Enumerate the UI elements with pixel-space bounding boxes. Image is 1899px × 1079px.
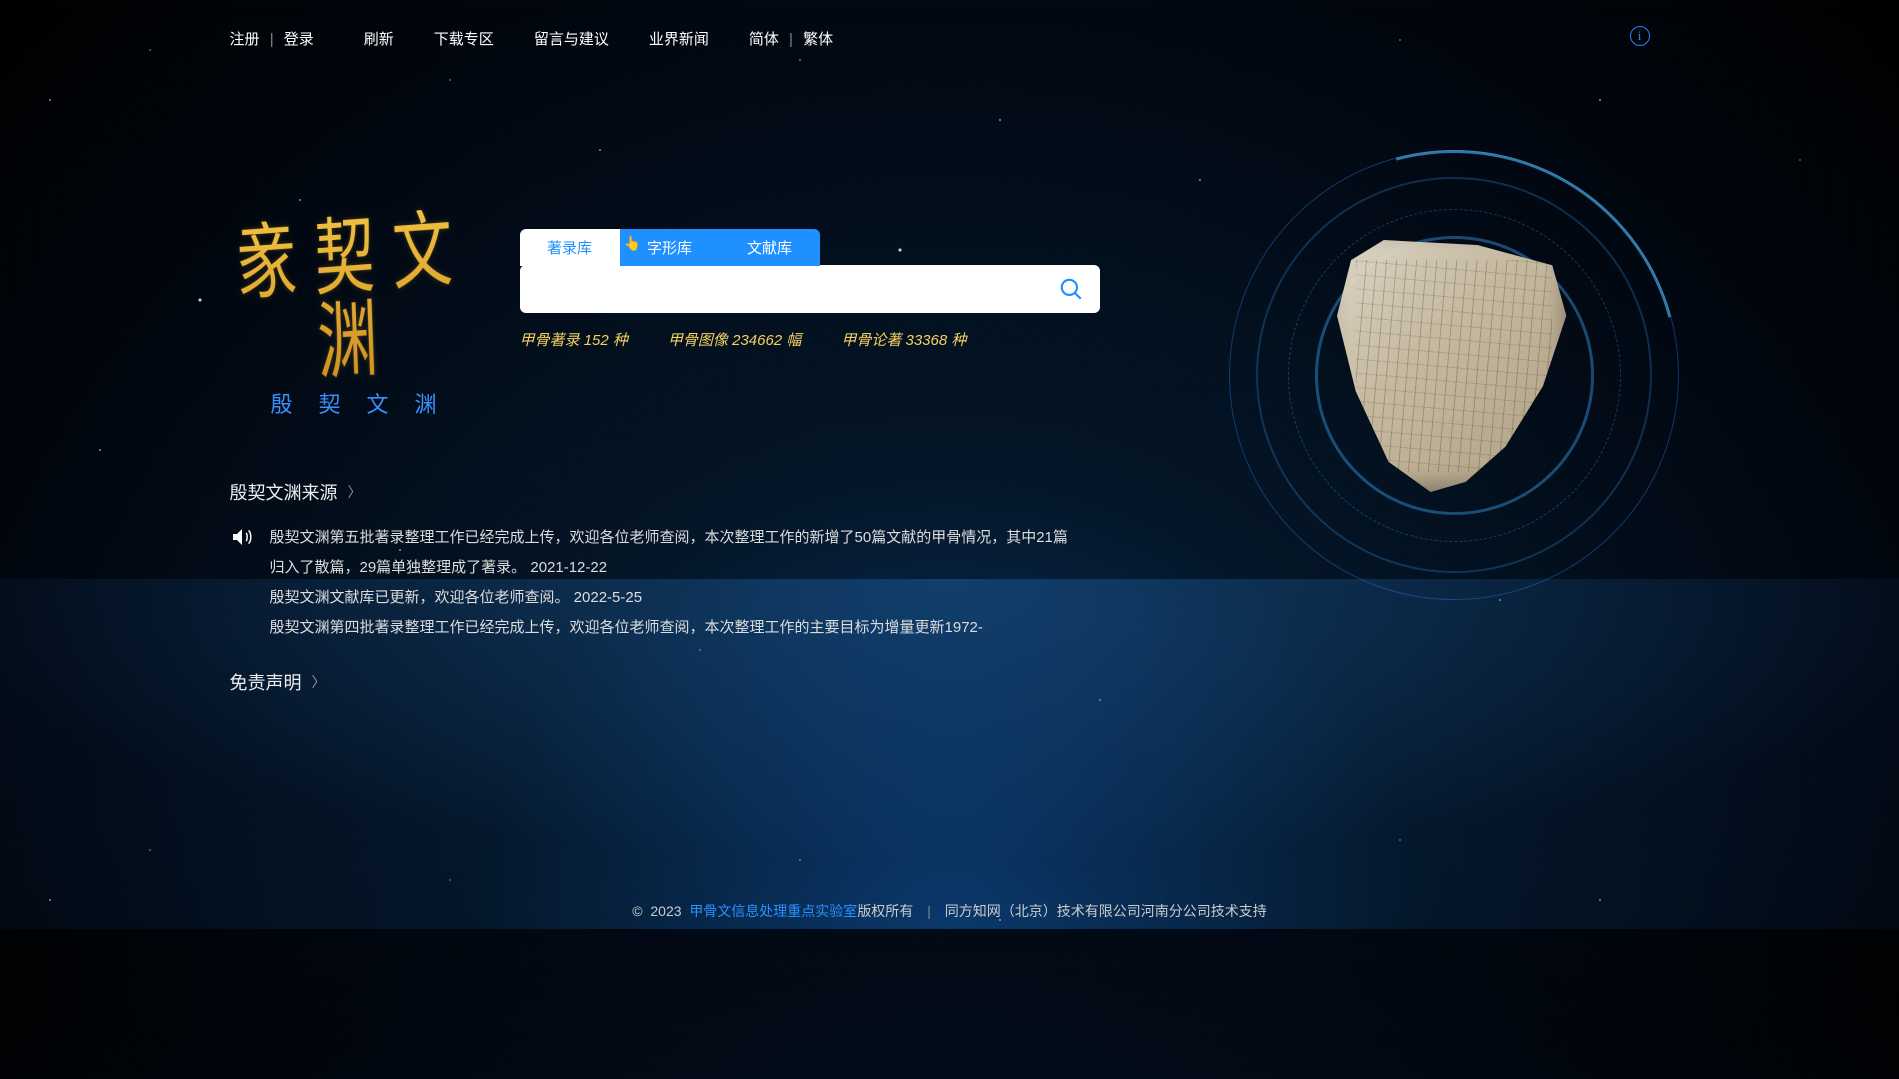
nav-news[interactable]: 业界新闻 xyxy=(649,28,709,49)
login-link[interactable]: 登录 xyxy=(284,31,314,48)
news-line[interactable]: 殷契文渊文献库已更新，欢迎各位老师查阅。 2022-5-25 xyxy=(270,583,1070,613)
logo-glyphs: 豙契文渊 xyxy=(227,206,483,392)
copyright-symbol: © xyxy=(632,903,642,919)
disclaimer-title-text: 免责声明 xyxy=(230,669,302,695)
search-input[interactable] xyxy=(534,280,1056,298)
stat-label: 甲骨论著 xyxy=(841,332,901,349)
lang-traditional[interactable]: 繁体 xyxy=(803,31,833,48)
logo-text: 殷契文渊 xyxy=(230,387,480,419)
footer-year: 2023 xyxy=(650,903,681,919)
tab-catalog[interactable]: 著录库 xyxy=(520,229,620,266)
search-button[interactable] xyxy=(1056,274,1086,304)
nav-feedback[interactable]: 留言与建议 xyxy=(534,28,609,49)
lang-switch: 简体 | 繁体 xyxy=(749,28,833,49)
pointer-cursor-icon: 👆 xyxy=(624,235,641,252)
search-column: 著录库 👆 字形库 文献库 甲骨著录 15 xyxy=(520,229,1100,350)
search-tabs: 著录库 👆 字形库 文献库 xyxy=(520,229,820,266)
source-title-text: 殷契文渊来源 xyxy=(230,479,338,505)
search-box xyxy=(520,265,1100,313)
search-icon xyxy=(1058,276,1084,302)
separator: | xyxy=(270,31,274,48)
top-nav: 注册 | 登录 刷新 下载专区 留言与建议 业界新闻 简体 | 繁体 xyxy=(230,0,1670,49)
news-lines: 殷契文渊第五批著录整理工作已经完成上传，欢迎各位老师查阅，本次整理工作的新增了5… xyxy=(270,523,1070,643)
footer: © 2023 甲骨文信息处理重点实验室版权所有 | 同方知网（北京）技术有限公司… xyxy=(0,901,1899,921)
chevron-right-icon: 〉 xyxy=(312,672,326,692)
speaker-icon xyxy=(230,525,254,549)
stats-row: 甲骨著录 152 种 甲骨图像 234662 幅 甲骨论著 33368 种 xyxy=(520,329,1100,350)
separator: | xyxy=(789,31,793,48)
stat-catalog: 甲骨著录 152 种 xyxy=(520,329,628,350)
tab-literature[interactable]: 文献库 xyxy=(720,229,820,266)
site-logo: 豙契文渊 殷契文渊 xyxy=(230,229,480,419)
separator: | xyxy=(927,903,931,919)
auth-links: 注册 | 登录 xyxy=(230,28,314,49)
sections: 殷契文渊来源 〉 殷契文渊第五批著录整理工作已经完成上传，欢迎各位老师查阅，本次… xyxy=(230,479,1070,695)
chevron-right-icon: 〉 xyxy=(348,482,362,502)
lang-simplified[interactable]: 简体 xyxy=(749,31,779,48)
source-section-title[interactable]: 殷契文渊来源 〉 xyxy=(230,479,1070,505)
register-link[interactable]: 注册 xyxy=(230,31,260,48)
main-row: 豙契文渊 殷契文渊 著录库 👆 字形库 文献库 xyxy=(230,229,1670,419)
stat-value: 234662 幅 xyxy=(732,332,801,349)
tab-glyph[interactable]: 👆 字形库 xyxy=(620,229,720,266)
tab-glyph-label: 字形库 xyxy=(647,240,692,257)
stat-images: 甲骨图像 234662 幅 xyxy=(668,329,801,350)
disclaimer-section-title[interactable]: 免责声明 〉 xyxy=(230,669,1070,695)
info-icon[interactable]: i xyxy=(1630,26,1650,46)
news-line[interactable]: 殷契文渊第四批著录整理工作已经完成上传，欢迎各位老师查阅，本次整理工作的主要目标… xyxy=(270,613,1070,643)
stat-label: 甲骨著录 xyxy=(520,332,580,349)
stat-label: 甲骨图像 xyxy=(668,332,728,349)
news-block: 殷契文渊第五批著录整理工作已经完成上传，欢迎各位老师查阅，本次整理工作的新增了5… xyxy=(230,523,1070,643)
footer-support: 同方知网（北京）技术有限公司河南分公司技术支持 xyxy=(945,903,1267,919)
page-container: 注册 | 登录 刷新 下载专区 留言与建议 业界新闻 简体 | 繁体 i 豙契文… xyxy=(190,0,1710,695)
nav-download[interactable]: 下载专区 xyxy=(434,28,494,49)
stat-papers: 甲骨论著 33368 种 xyxy=(841,329,966,350)
stat-value: 152 种 xyxy=(584,332,628,349)
footer-lab-link[interactable]: 甲骨文信息处理重点实验室 xyxy=(689,903,857,919)
stat-value: 33368 种 xyxy=(906,332,967,349)
footer-rights: 版权所有 xyxy=(857,903,913,919)
nav-refresh[interactable]: 刷新 xyxy=(364,28,394,49)
news-line[interactable]: 殷契文渊第五批著录整理工作已经完成上传，欢迎各位老师查阅，本次整理工作的新增了5… xyxy=(270,523,1070,583)
